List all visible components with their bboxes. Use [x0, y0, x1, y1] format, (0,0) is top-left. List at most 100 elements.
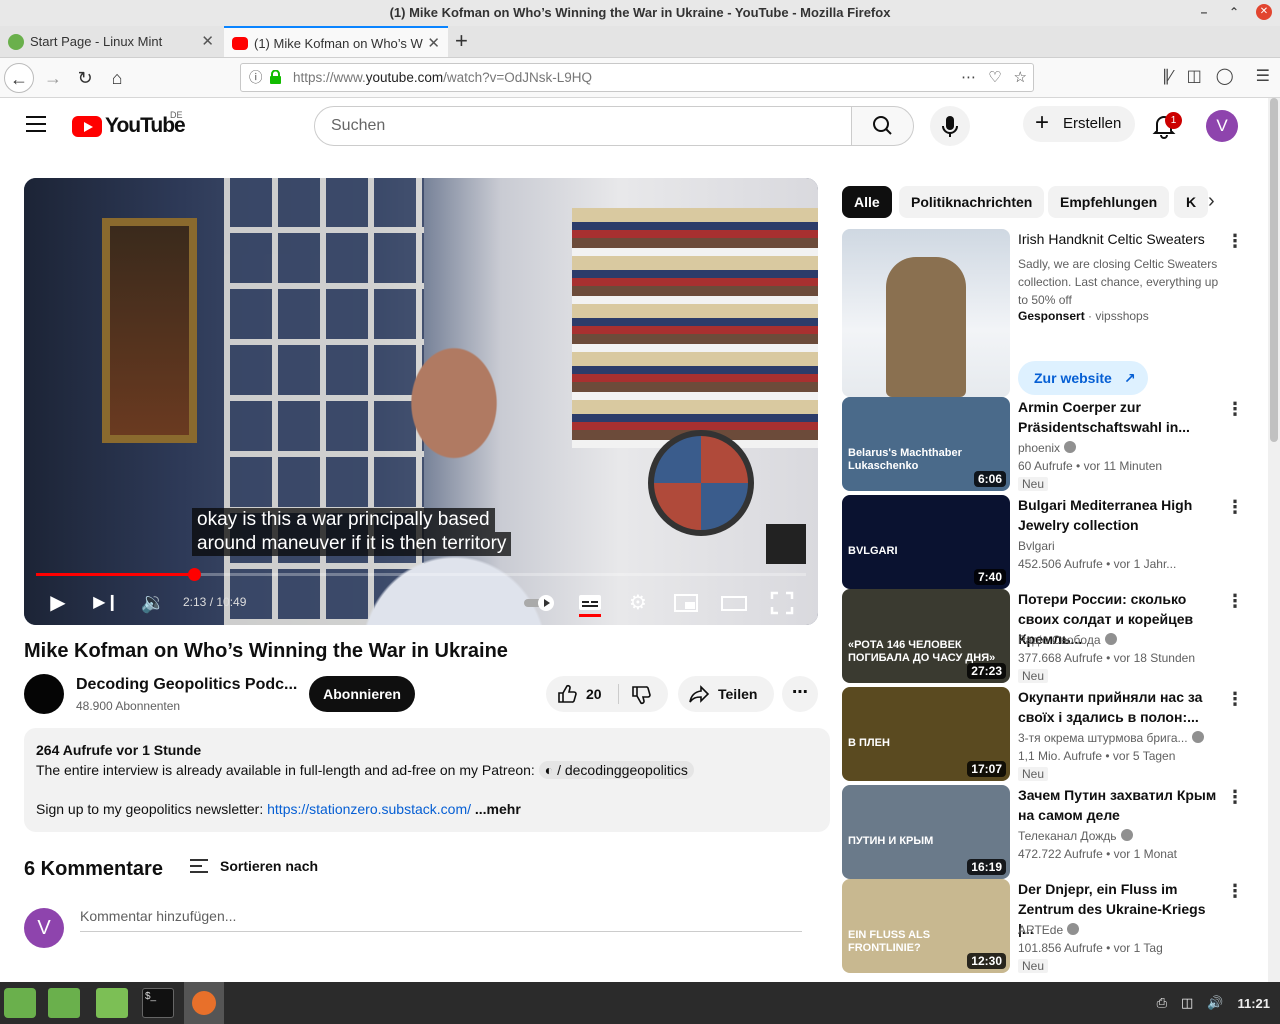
reload-button[interactable]: ↻	[70, 63, 100, 93]
settings-gear-icon[interactable]: ⚙	[624, 589, 652, 617]
menu-icon[interactable]: ☰	[1256, 66, 1270, 86]
more-options-icon[interactable]: ⋮	[1226, 787, 1244, 808]
recommended-video[interactable]: EIN FLUSS ALS FRONTLINIE? 12:30 Der Dnjepr…	[842, 879, 1252, 973]
volume-tray-icon[interactable]: 🔊	[1207, 995, 1223, 1011]
maximize-icon[interactable]: ⌃	[1226, 4, 1242, 20]
video-thumbnail[interactable]: Belarus's Machthaber Lukaschenko 6:06	[842, 397, 1010, 491]
channel-name[interactable]: Bvlgari	[1018, 539, 1055, 553]
forward-button[interactable]: →	[38, 63, 68, 93]
recommended-video[interactable]: BVLGARI 7:40 Bulgari Mediterranea High Jew…	[842, 495, 1252, 589]
firefox-taskbar-button[interactable]	[184, 982, 224, 1024]
voice-search-button[interactable]	[930, 106, 970, 146]
files-icon[interactable]	[96, 988, 128, 1018]
channel-name[interactable]: phoenix	[1018, 441, 1077, 455]
more-options-icon[interactable]: ⋮	[1226, 689, 1244, 710]
fullscreen-icon[interactable]	[768, 589, 796, 617]
hamburger-menu-icon[interactable]	[26, 116, 46, 132]
channel-watermark[interactable]	[766, 524, 806, 564]
comment-input[interactable]: Kommentar hinzufügen...	[80, 908, 802, 932]
recommended-video[interactable]: «РОТА 146 ЧЕЛОВЕК ПОГИБАЛА ДО ЧАСУ ДНЯ» 2…	[842, 589, 1252, 683]
clock[interactable]: 11:21	[1237, 996, 1270, 1011]
video-thumbnail[interactable]: ПУТИН И КРЫМ 16:19	[842, 785, 1010, 879]
close-window-icon[interactable]: ✕	[1256, 4, 1272, 20]
miniplayer-icon[interactable]	[672, 589, 700, 617]
subscribe-button[interactable]: Abonnieren	[309, 676, 415, 712]
patreon-link-chip[interactable]: ◐ / decodinggeopolitics	[538, 761, 694, 779]
channel-name[interactable]: Телеканал Дождь	[1018, 829, 1133, 843]
more-options-icon[interactable]: ⋮	[1226, 231, 1244, 252]
mint-menu-icon[interactable]	[4, 988, 36, 1018]
youtube-logo[interactable]: YouTube DE	[72, 110, 186, 138]
account-icon[interactable]: ◯	[1216, 66, 1234, 86]
recommended-video[interactable]: Belarus's Machthaber Lukaschenko 6:06 Armi…	[842, 397, 1252, 491]
description-box[interactable]: 264 Aufrufe vor 1 Stunde The entire inte…	[24, 728, 830, 832]
create-button[interactable]: + Erstellen	[1023, 106, 1135, 142]
newsletter-link[interactable]: https://stationzero.substack.com/	[267, 801, 471, 817]
thumbs-down-icon[interactable]	[630, 684, 652, 706]
close-tab-icon[interactable]: ✕	[201, 26, 214, 57]
channel-avatar[interactable]	[24, 674, 64, 714]
terminal-icon[interactable]: $_	[142, 988, 174, 1018]
pocket-icon[interactable]: ♡	[988, 64, 1001, 91]
chip-more[interactable]: K	[1174, 186, 1209, 218]
video-title[interactable]: Armin Coerper zur Präsidentschaftswahl i…	[1018, 397, 1224, 437]
channel-name[interactable]: Decoding Geopolitics Podc...	[76, 676, 297, 694]
channel-name[interactable]: ARTEde	[1018, 923, 1080, 937]
next-icon[interactable]: ▶❙	[92, 589, 120, 617]
channel-name[interactable]: Радіо Свобода	[1018, 633, 1117, 647]
sort-comments-button[interactable]: Sortieren nach	[190, 856, 318, 876]
progress-bar[interactable]	[36, 568, 806, 581]
address-bar[interactable]: ⓘ https://www.youtube.com/watch?v=OdJNsk…	[240, 63, 1034, 92]
printer-icon[interactable]: ⎙	[1157, 995, 1167, 1011]
video-title[interactable]: Bulgari Mediterranea High Jewelry collec…	[1018, 495, 1224, 535]
more-options-icon[interactable]: ⋮	[1226, 881, 1244, 902]
recommended-video[interactable]: ПУТИН И КРЫМ 16:19 Зачем Путин захватил Кр…	[842, 785, 1252, 879]
site-info-icon[interactable]: ⓘ	[249, 64, 263, 91]
video-thumbnail[interactable]: «РОТА 146 ЧЕЛОВЕК ПОГИБАЛА ДО ЧАСУ ДНЯ» 2…	[842, 589, 1010, 683]
show-desktop-icon[interactable]	[48, 988, 80, 1018]
search-input[interactable]: Suchen	[314, 106, 852, 146]
chip-alle[interactable]: Alle	[842, 186, 892, 218]
theater-mode-icon[interactable]	[720, 589, 748, 617]
recommended-video[interactable]: В ПЛЕН 17:07 Окупанти прийняли нас за свої…	[842, 687, 1252, 781]
chip-empfehlungen[interactable]: Empfehlungen	[1048, 186, 1170, 218]
autoplay-toggle-icon[interactable]	[522, 589, 558, 617]
more-options-icon[interactable]: ⋮	[1226, 591, 1244, 612]
close-tab-icon[interactable]: ✕	[427, 28, 440, 57]
page-actions-icon[interactable]: ⋯	[961, 64, 976, 91]
share-button[interactable]: Teilen	[678, 676, 774, 712]
volume-icon[interactable]: 🔉	[139, 589, 167, 617]
ad-thumbnail[interactable]	[842, 229, 1010, 397]
account-avatar[interactable]: V	[1206, 110, 1238, 142]
chevron-right-icon[interactable]: ›	[1208, 190, 1215, 213]
scrubber-handle[interactable]	[187, 568, 201, 581]
more-options-icon[interactable]: ⋮	[1226, 497, 1244, 518]
bookmark-star-icon[interactable]: ☆	[1014, 64, 1027, 91]
thumbs-up-icon[interactable]	[556, 683, 578, 705]
new-tab-button[interactable]: +	[455, 26, 468, 56]
more-actions-icon[interactable]: ⋯	[782, 676, 818, 712]
video-title[interactable]: Зачем Путин захватил Крым на самом деле	[1018, 785, 1224, 825]
channel-name[interactable]: 3-тя окрема штурмова брига...	[1018, 731, 1204, 745]
visit-website-button[interactable]: Zur website ↗	[1018, 361, 1148, 395]
show-more-link[interactable]: ...mehr	[475, 801, 521, 817]
page-scrollbar[interactable]	[1268, 98, 1280, 982]
home-button[interactable]: ⌂	[102, 63, 132, 93]
library-icon[interactable]: ∥⁄	[1162, 66, 1173, 86]
video-thumbnail[interactable]: В ПЛЕН 17:07	[842, 687, 1010, 781]
minimize-icon[interactable]: –	[1196, 4, 1212, 20]
video-title[interactable]: Окупанти прийняли нас за своїх і здались…	[1018, 687, 1224, 727]
tab-start-page[interactable]: Start Page - Linux Mint ✕	[0, 26, 222, 57]
video-thumbnail[interactable]: EIN FLUSS ALS FRONTLINIE? 12:30	[842, 879, 1010, 973]
chip-politiknachrichten[interactable]: Politiknachrichten	[899, 186, 1045, 218]
tab-youtube[interactable]: (1) Mike Kofman on Who’s W ✕	[224, 26, 448, 57]
play-icon[interactable]: ▶	[44, 589, 72, 617]
video-thumbnail[interactable]: BVLGARI 7:40	[842, 495, 1010, 589]
more-options-icon[interactable]: ⋮	[1226, 399, 1244, 420]
sidebar-icon[interactable]: ◫	[1187, 66, 1202, 86]
search-button[interactable]	[851, 106, 914, 146]
sponsored-item[interactable]: Irish Handknit Celtic Sweaters Sadly, we…	[842, 229, 1252, 397]
network-icon[interactable]: ◫	[1181, 995, 1193, 1011]
video-player[interactable]: okay is this a war principally based aro…	[24, 178, 818, 625]
ad-title[interactable]: Irish Handknit Celtic Sweaters	[1018, 229, 1224, 249]
